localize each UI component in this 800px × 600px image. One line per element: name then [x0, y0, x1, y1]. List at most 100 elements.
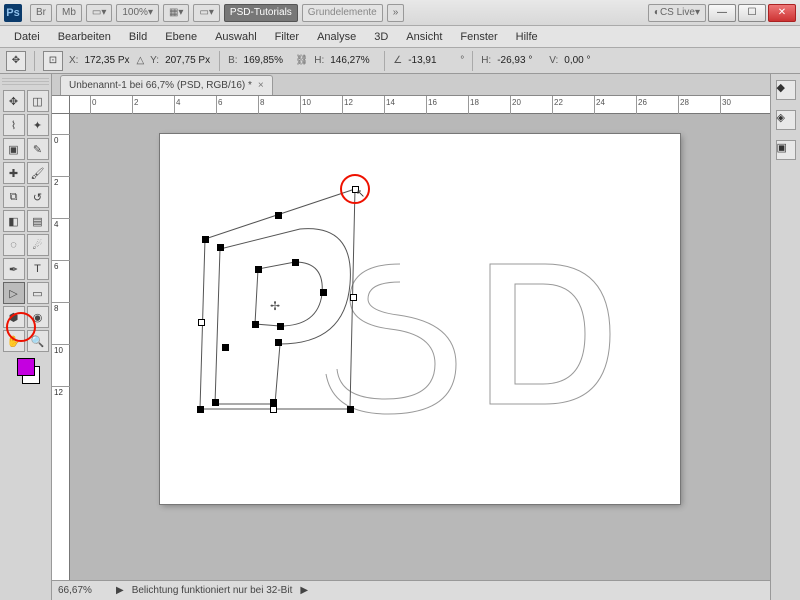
- document-tab[interactable]: Unbenannt-1 bei 66,7% (PSD, RGB/16) * ×: [60, 75, 273, 95]
- menu-fenster[interactable]: Fenster: [452, 29, 505, 45]
- bridge-button[interactable]: Br: [30, 4, 52, 22]
- menu-datei[interactable]: Datei: [6, 29, 48, 45]
- heal-tool[interactable]: ✚: [3, 162, 25, 184]
- marquee-tool[interactable]: ◫: [27, 90, 49, 112]
- menu-3d[interactable]: 3D: [366, 29, 396, 45]
- transform-tool-icon[interactable]: ✥: [6, 51, 26, 71]
- eyedropper-tool[interactable]: ✎: [27, 138, 49, 160]
- paths-panel-icon[interactable]: ▣: [776, 140, 796, 160]
- dodge-tool[interactable]: ☄: [27, 234, 49, 256]
- horizontal-ruler[interactable]: 024681012141618202224262830: [70, 96, 770, 114]
- transform-handle[interactable]: [197, 406, 204, 413]
- minibridge-button[interactable]: Mb: [56, 4, 82, 22]
- angle-icon: ∠: [393, 55, 402, 66]
- title-bar: Ps Br Mb ▭▾ 100% ▾ ▦▾ ▭▾ PSD-Tutorials G…: [0, 0, 800, 26]
- transform-handle[interactable]: [198, 319, 205, 326]
- foreground-color[interactable]: [17, 358, 35, 376]
- shape-tool[interactable]: ▭: [27, 282, 49, 304]
- brush-tool[interactable]: 🖌: [27, 162, 49, 184]
- photoshop-logo-icon: Ps: [4, 4, 22, 22]
- options-bar: ✥ ⊡ X: 172,35 Px △ Y: 207,75 Px B: 169,8…: [0, 48, 800, 74]
- menu-auswahl[interactable]: Auswahl: [207, 29, 265, 45]
- width-value[interactable]: 169,85%: [244, 55, 290, 66]
- anchor-point[interactable]: [252, 321, 259, 328]
- menu-bild[interactable]: Bild: [121, 29, 155, 45]
- width-label: B:: [228, 55, 237, 66]
- transform-handle[interactable]: [275, 212, 282, 219]
- menu-ansicht[interactable]: Ansicht: [398, 29, 450, 45]
- skew-h-value[interactable]: -26,93 °: [497, 55, 543, 66]
- menu-ebene[interactable]: Ebene: [157, 29, 205, 45]
- zoom-percent[interactable]: 66,67%: [58, 585, 108, 596]
- transform-handle[interactable]: [350, 294, 357, 301]
- canvas-viewport[interactable]: ✢ ↖: [70, 114, 770, 600]
- anchor-point[interactable]: [277, 323, 284, 330]
- skew-v-value[interactable]: 0,00 °: [564, 55, 610, 66]
- anchor-point[interactable]: [292, 259, 299, 266]
- transform-handle[interactable]: [270, 406, 277, 413]
- anchor-point[interactable]: [270, 399, 277, 406]
- pen-tool[interactable]: ✒: [3, 258, 25, 280]
- zoom-level-button[interactable]: 100% ▾: [116, 4, 159, 22]
- workspace-psd-tutorials[interactable]: PSD-Tutorials: [224, 4, 298, 22]
- channels-panel-icon[interactable]: ◈: [776, 110, 796, 130]
- path-select-tool[interactable]: ▷: [3, 282, 25, 304]
- transform-handle[interactable]: [202, 236, 209, 243]
- workspace-more-button[interactable]: »: [387, 4, 405, 22]
- x-value[interactable]: 172,35 Px: [84, 55, 130, 66]
- menu-bar: Datei Bearbeiten Bild Ebene Auswahl Filt…: [0, 26, 800, 48]
- wand-tool[interactable]: ✦: [27, 114, 49, 136]
- height-label: H:: [314, 55, 324, 66]
- gradient-tool[interactable]: ▤: [27, 210, 49, 232]
- reference-point-icon[interactable]: ⊡: [43, 51, 63, 71]
- workspace-grundelemente[interactable]: Grundelemente: [302, 4, 383, 22]
- move-tool[interactable]: ✥: [3, 90, 25, 112]
- status-arrow-icon[interactable]: ▶: [116, 585, 124, 596]
- link-icon[interactable]: ⛓: [296, 55, 309, 66]
- ruler-corner: [52, 96, 70, 114]
- minimize-button[interactable]: —: [708, 4, 736, 22]
- menu-bearbeiten[interactable]: Bearbeiten: [50, 29, 119, 45]
- anchor-point[interactable]: [222, 344, 229, 351]
- y-label: Y:: [150, 55, 159, 66]
- blur-tool[interactable]: ◌: [3, 234, 25, 256]
- anchor-point[interactable]: [275, 339, 282, 346]
- color-swatches[interactable]: [2, 358, 49, 384]
- crop-tool[interactable]: ▣: [3, 138, 25, 160]
- document-area: Unbenannt-1 bei 66,7% (PSD, RGB/16) * × …: [52, 74, 770, 600]
- cslive-button[interactable]: ◐ CS Live ▾: [648, 4, 706, 22]
- delta-icon: △: [136, 55, 144, 66]
- close-button[interactable]: ✕: [768, 4, 796, 22]
- arrange-button[interactable]: ▭▾: [193, 4, 219, 22]
- layers-panel-icon[interactable]: ◆: [776, 80, 796, 100]
- screen-mode-button[interactable]: ▭▾: [86, 4, 112, 22]
- view-extras-button[interactable]: ▦▾: [163, 4, 189, 22]
- anchor-point[interactable]: [217, 244, 224, 251]
- menu-hilfe[interactable]: Hilfe: [508, 29, 546, 45]
- menu-filter[interactable]: Filter: [267, 29, 307, 45]
- anchor-point[interactable]: [255, 266, 262, 273]
- anchor-point[interactable]: [212, 399, 219, 406]
- x-label: X:: [69, 55, 78, 66]
- menu-analyse[interactable]: Analyse: [309, 29, 364, 45]
- vertical-ruler[interactable]: 024681012: [52, 114, 70, 600]
- y-value[interactable]: 207,75 Px: [165, 55, 211, 66]
- type-tool[interactable]: T: [27, 258, 49, 280]
- artwork-svg: [160, 134, 680, 504]
- highlight-circle: [6, 312, 36, 342]
- eraser-tool[interactable]: ◧: [3, 210, 25, 232]
- lasso-tool[interactable]: ⌇: [3, 114, 25, 136]
- canvas[interactable]: ✢ ↖: [160, 134, 680, 504]
- height-value[interactable]: 146,27%: [330, 55, 376, 66]
- transform-center-icon[interactable]: ✢: [270, 299, 280, 313]
- close-tab-icon[interactable]: ×: [258, 80, 264, 91]
- skew-h-label: H:: [481, 55, 491, 66]
- anchor-point[interactable]: [320, 289, 327, 296]
- transform-handle[interactable]: [347, 406, 354, 413]
- angle-value[interactable]: -13,91: [408, 55, 454, 66]
- maximize-button[interactable]: ☐: [738, 4, 766, 22]
- stamp-tool[interactable]: ⧉: [3, 186, 25, 208]
- panel-handle[interactable]: [2, 78, 49, 86]
- history-brush-tool[interactable]: ↺: [27, 186, 49, 208]
- status-arrow-icon[interactable]: ▶: [300, 585, 308, 596]
